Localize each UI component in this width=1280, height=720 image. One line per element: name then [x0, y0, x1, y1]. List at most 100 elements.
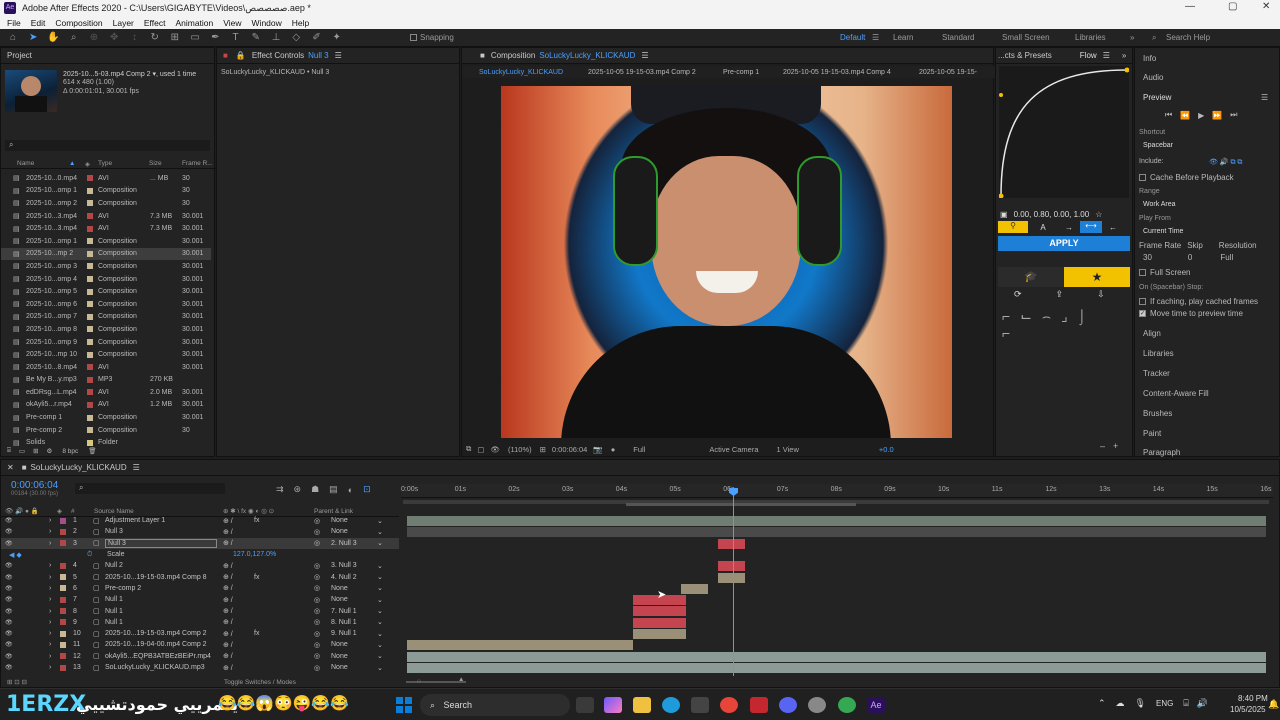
label-color-swatch[interactable]: [87, 175, 93, 182]
menu-layer[interactable]: Layer: [113, 18, 134, 28]
label-color-swatch[interactable]: [87, 200, 93, 207]
layer-label-color[interactable]: [60, 540, 66, 547]
expand-twirl-icon[interactable]: ›: [49, 653, 51, 660]
visibility-icon[interactable]: 👁: [5, 619, 13, 626]
visibility-icon[interactable]: 👁: [5, 664, 13, 671]
label-color-swatch[interactable]: [87, 339, 93, 346]
label-color-swatch[interactable]: [87, 427, 93, 434]
mask-visibility-icon[interactable]: 👁: [490, 445, 500, 454]
playhead[interactable]: [733, 488, 734, 676]
layer-duration-bar[interactable]: [407, 662, 1267, 673]
column-frame-rate[interactable]: Frame R...: [182, 160, 213, 167]
property-value[interactable]: 127.0,127.0%: [233, 551, 276, 558]
region-icon[interactable]: ▢: [477, 445, 484, 454]
language-indicator[interactable]: ENG: [1156, 699, 1173, 708]
pick-whip-icon[interactable]: ◎: [314, 584, 320, 592]
channel-icon[interactable]: ●: [611, 445, 616, 454]
info-panel-tab[interactable]: Info: [1143, 54, 1156, 63]
layer-row[interactable]: 👁 › 5 ▢ 2025-10...19-15-03.mp4 Comp 8 ⊕ / fx ◎ 4…: [1, 572, 399, 583]
project-item[interactable]: ▤ Pre-comp 2 Composition 30: [1, 424, 211, 437]
layer-label-color[interactable]: [60, 562, 66, 569]
maximize-icon[interactable]: ▢: [1228, 1, 1237, 12]
preset-step-icon[interactable]: ⌡: [1078, 308, 1096, 324]
zoom-slider[interactable]: [406, 681, 466, 683]
menu-help[interactable]: Help: [292, 18, 309, 28]
layer-label-color[interactable]: [60, 630, 66, 637]
label-color-swatch[interactable]: [87, 376, 93, 383]
pick-whip-icon[interactable]: ◎: [314, 596, 320, 604]
if-caching-option[interactable]: If caching, play cached frames: [1139, 297, 1258, 306]
project-item[interactable]: ▤ Pre-comp 1 Composition 30.001: [1, 411, 211, 424]
visibility-icon[interactable]: 👁: [5, 562, 13, 569]
expand-twirl-icon[interactable]: ›: [49, 630, 51, 637]
libraries-panel-tab[interactable]: Libraries: [1143, 349, 1174, 358]
rectangle-tool-icon[interactable]: ▭: [188, 31, 202, 45]
parent-select[interactable]: 8. Null 1: [331, 619, 357, 626]
layer-label-color[interactable]: [60, 596, 66, 603]
clone-stamp-icon[interactable]: ⊥: [269, 31, 283, 45]
layer-label-color[interactable]: [60, 574, 66, 581]
trash-icon[interactable]: 🗑: [88, 447, 96, 455]
cache-checkbox[interactable]: [1139, 174, 1146, 181]
search-help-icon[interactable]: ⌕: [1152, 33, 1156, 43]
project-item[interactable]: ▤ 2025-10...omp 9 Composition 30.001: [1, 336, 211, 349]
audio-panel-tab[interactable]: Audio: [1143, 73, 1163, 82]
project-item[interactable]: ▤ 2025-10...0.mp4 AVI ... MB 30: [1, 172, 211, 185]
parent-dropdown-icon[interactable]: ⌄: [377, 641, 383, 649]
last-frame-icon[interactable]: ⏭: [1230, 110, 1237, 120]
layer-row[interactable]: 👁 › 9 ▢ Null 1 ⊕ / ◎ 8. Null 1 ⌄: [1, 617, 399, 628]
store-icon[interactable]: [691, 697, 709, 713]
tray-overflow-icon[interactable]: ⌃: [1098, 698, 1106, 709]
project-item[interactable]: ▤ 2025-10...omp 5 Composition 30.001: [1, 285, 211, 298]
task-view-icon[interactable]: [576, 697, 594, 713]
layer-label-color[interactable]: [60, 664, 66, 671]
parent-dropdown-icon[interactable]: ⌄: [377, 573, 383, 581]
expand-twirl-icon[interactable]: ›: [49, 562, 51, 569]
label-color-swatch[interactable]: [87, 187, 93, 194]
workspace-learn[interactable]: Learn: [893, 33, 913, 42]
flow-menu-icon[interactable]: ☰: [1103, 51, 1110, 60]
home-icon[interactable]: ⌂: [6, 31, 20, 45]
steam-icon[interactable]: [808, 697, 826, 713]
interpret-footage-icon[interactable]: ⌸: [7, 447, 11, 455]
timeline-tab[interactable]: ✕ ■ SoLuckyLucky_KLICKAUD ☰: [1, 460, 1279, 476]
layer-row[interactable]: 👁 › 11 ▢ 2025-10...19-04-00.mp4 Comp 2 ⊕ / ◎ No…: [1, 639, 399, 650]
type-tool-icon[interactable]: T: [229, 31, 243, 45]
move-time-option[interactable]: ✓ Move time to preview time: [1139, 309, 1243, 318]
if-caching-checkbox[interactable]: [1139, 298, 1146, 305]
play-icon[interactable]: ▶: [1198, 111, 1204, 120]
paragraph-panel-tab[interactable]: Paragraph: [1143, 448, 1180, 457]
layer-duration-bar[interactable]: [718, 538, 746, 549]
layer-name[interactable]: 2025-10...19-15-03.mp4 Comp 8: [105, 574, 207, 581]
flow-favorites-icon[interactable]: ★: [1064, 267, 1130, 287]
tab-flow[interactable]: Flow: [1080, 51, 1097, 60]
menu-file[interactable]: File: [7, 18, 21, 28]
timeline-current-time[interactable]: 0:00:06:04: [11, 480, 58, 491]
breadcrumb-0[interactable]: SoLuckyLucky_KLICKAUD: [479, 69, 563, 76]
full-screen-checkbox[interactable]: [1139, 269, 1146, 276]
menu-animation[interactable]: Animation: [175, 18, 213, 28]
pan-tool-icon[interactable]: ✥: [107, 31, 121, 45]
flow-overflow-icon[interactable]: »: [1122, 51, 1126, 60]
label-color-swatch[interactable]: [87, 250, 93, 257]
selection-tool-icon[interactable]: ➤: [26, 31, 40, 45]
cloud-icon[interactable]: ☁: [1116, 698, 1125, 709]
expand-twirl-icon[interactable]: ›: [49, 517, 51, 524]
parent-dropdown-icon[interactable]: ⌄: [377, 596, 383, 604]
effect-controls-lock-icon[interactable]: 🔒: [236, 51, 246, 60]
paint-panel-tab[interactable]: Paint: [1143, 429, 1161, 438]
parent-dropdown-icon[interactable]: ⌄: [377, 584, 383, 592]
bit-depth[interactable]: 8 bpc: [62, 448, 78, 455]
flow-preset-library-icon[interactable]: 🎓: [998, 267, 1064, 287]
camera-select[interactable]: Active Camera: [709, 445, 758, 454]
project-item[interactable]: ▤ okAyli5...r.mp4 AVI 1.2 MB 30.001: [1, 399, 211, 412]
effect-controls-tab[interactable]: ■ 🔒 Effect Controls Null 3 ☰: [217, 48, 459, 64]
project-item[interactable]: ▤ 2025-10...8.mp4 AVI 30.001: [1, 361, 211, 374]
flow-copy-icon[interactable]: ▣: [1000, 210, 1008, 219]
parent-select[interactable]: None: [331, 596, 348, 603]
preset-ease-out-icon[interactable]: ⌐: [1002, 308, 1020, 324]
comp-menu-icon[interactable]: ☰: [641, 51, 648, 60]
project-item[interactable]: ▤ Be My B...y.mp3 MP3 270 KB: [1, 374, 211, 387]
layer-label-color[interactable]: [60, 528, 66, 535]
layer-row[interactable]: 👁 › 10 ▢ 2025-10...19-15-03.mp4 Comp 2 ⊕ / fx ◎…: [1, 628, 399, 639]
